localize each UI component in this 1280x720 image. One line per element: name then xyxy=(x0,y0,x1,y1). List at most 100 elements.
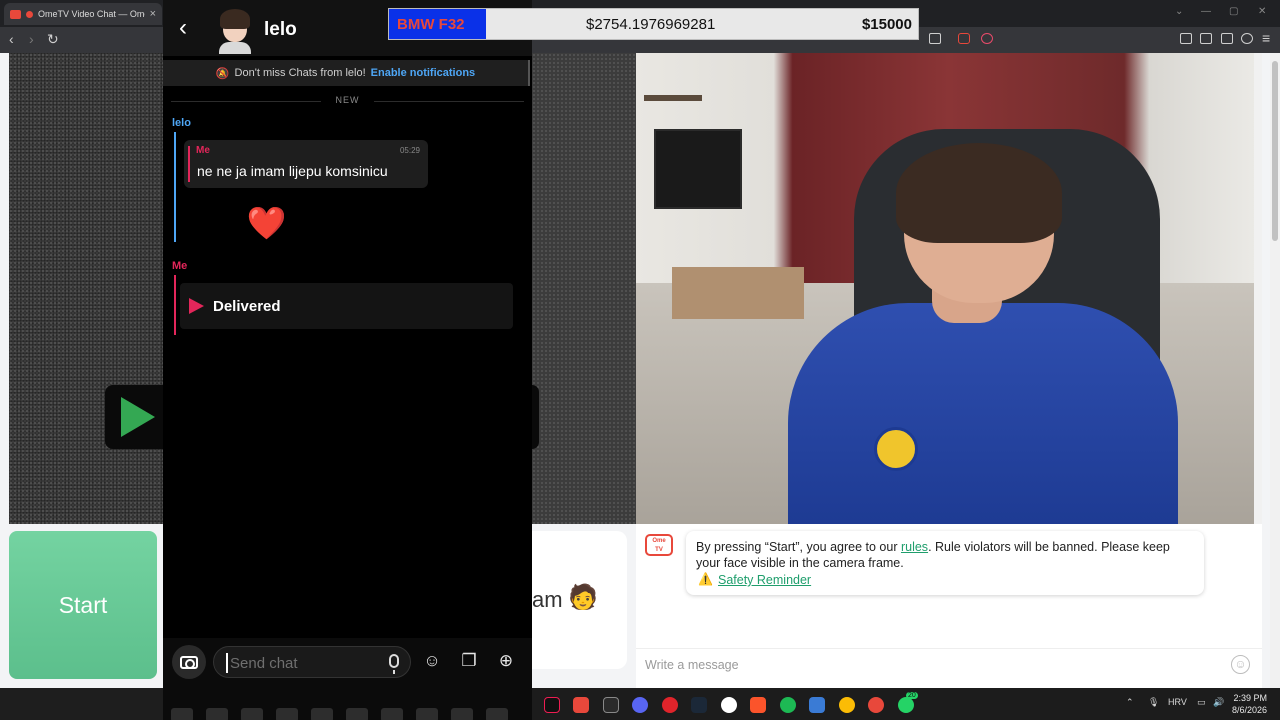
rules-notice: By pressing “Start”, you agree to our ru… xyxy=(686,531,1204,595)
stranger-camera-static xyxy=(532,53,636,524)
opera-gx-icon[interactable] xyxy=(662,697,678,713)
leo-icon[interactable] xyxy=(1221,33,1233,44)
send-chat-field[interactable] xyxy=(213,646,411,678)
key[interactable] xyxy=(416,708,438,720)
bitmoji-avatar[interactable] xyxy=(215,6,255,54)
notification-banner: 🔕 Don't miss Chats from lelo! Enable not… xyxy=(163,60,528,86)
rules-link[interactable]: rules xyxy=(901,540,928,554)
camera-button[interactable] xyxy=(172,645,206,679)
discord-icon[interactable] xyxy=(632,697,648,713)
safety-reminder-link[interactable]: Safety Reminder xyxy=(718,573,811,587)
previous-message-text: am xyxy=(532,587,563,612)
enable-notifications-link[interactable]: Enable notifications xyxy=(371,67,476,79)
chrome-icon[interactable] xyxy=(839,697,855,713)
google-play-icon xyxy=(121,397,155,437)
whatsapp-badge: 20 xyxy=(906,692,918,699)
game-controller-icon[interactable]: ⊕ xyxy=(496,651,516,671)
mic-tray-icon[interactable]: 🎙 xyxy=(1148,697,1159,708)
key[interactable] xyxy=(311,708,333,720)
new-separator: NEW xyxy=(163,95,532,105)
video-shelf xyxy=(644,95,702,101)
key[interactable] xyxy=(276,708,298,720)
microphone-icon[interactable] xyxy=(389,654,399,674)
obs-icon[interactable] xyxy=(721,697,737,713)
key[interactable] xyxy=(241,708,263,720)
sidebar-icon[interactable] xyxy=(1180,33,1192,44)
me-message-bar xyxy=(174,275,176,335)
sender-label-lelo: lelo xyxy=(172,117,191,129)
quoted-reply[interactable]: Me 05:29 ne ne ja imam lijepu komsinicu xyxy=(184,140,428,188)
emoji-picker-icon[interactable]: ☺ xyxy=(1231,655,1250,674)
app-icon-2[interactable] xyxy=(868,697,884,713)
forward-nav-icon[interactable]: › xyxy=(29,31,34,47)
close-tab-icon[interactable]: × xyxy=(150,8,156,20)
quote-bar xyxy=(188,146,190,182)
close-window-icon[interactable]: ✕ xyxy=(1258,6,1266,17)
epic-games-icon[interactable] xyxy=(603,697,619,713)
tab-search-icon[interactable]: ⌄ xyxy=(1175,6,1183,17)
key[interactable] xyxy=(206,708,228,720)
notification-text: Don't miss Chats from lelo! xyxy=(234,67,366,79)
goal-label: BMW F32 xyxy=(397,16,465,33)
play-store-card-edge xyxy=(532,385,539,449)
tray-chevron-icon[interactable]: ⌃ xyxy=(1126,697,1134,708)
quote-sender: Me xyxy=(196,145,210,156)
lelo-message-bar xyxy=(174,132,176,242)
tiktok-icon[interactable] xyxy=(544,697,560,713)
key[interactable] xyxy=(381,708,403,720)
recording-dot-icon xyxy=(26,10,33,18)
clock-date: 8/6/2026 xyxy=(1232,705,1268,715)
contact-name[interactable]: lelo xyxy=(264,19,297,41)
system-clock[interactable]: 2:39 PM 8/6/2026 xyxy=(1232,692,1267,716)
sticker-icon[interactable]: ❐ xyxy=(459,651,479,671)
chevron-left-icon[interactable]: ‹ xyxy=(179,16,187,40)
brave-rewards-icon[interactable] xyxy=(981,33,993,44)
menu-icon[interactable]: ≡ xyxy=(1262,30,1270,46)
maximize-icon[interactable]: ▢ xyxy=(1229,6,1238,17)
video-person-torso xyxy=(788,303,1178,524)
browser-tab-ometv[interactable]: OmeTV Video Chat — Omeg × xyxy=(4,3,162,25)
key[interactable] xyxy=(486,708,508,720)
quote-time: 05:29 xyxy=(399,146,420,155)
cast-icon[interactable] xyxy=(929,33,941,44)
face-emoji: 🧑 xyxy=(568,584,598,611)
app-icon[interactable] xyxy=(809,697,825,713)
key[interactable] xyxy=(171,708,193,720)
goal-target: $15000 xyxy=(861,16,912,33)
play-store-card xyxy=(105,385,163,449)
scrollbar-thumb[interactable] xyxy=(1272,61,1278,241)
steam-icon[interactable] xyxy=(691,697,707,713)
warning-icon: ⚠️ xyxy=(698,572,713,586)
wallet-icon[interactable] xyxy=(1200,33,1212,44)
clock-time: 2:39 PM xyxy=(1233,693,1268,703)
emoji-icon[interactable]: ☺ xyxy=(422,651,442,671)
language-indicator[interactable]: HRV xyxy=(1168,697,1187,707)
key[interactable] xyxy=(451,708,473,720)
start-button[interactable]: Start xyxy=(9,531,157,679)
delivered-arrow-icon xyxy=(189,298,204,314)
vpn-icon[interactable] xyxy=(1241,33,1253,44)
volume-icon[interactable]: 🔊 xyxy=(1213,697,1224,708)
send-chat-input[interactable] xyxy=(226,653,376,673)
network-icon[interactable]: ▭ xyxy=(1197,697,1206,708)
back-nav-icon[interactable]: ‹ xyxy=(9,31,14,47)
delivered-status: Delivered xyxy=(180,283,513,329)
page-scrollbar[interactable] xyxy=(1270,53,1280,688)
goal-current: $2754.1976969281 xyxy=(586,16,716,33)
bell-off-icon: 🔕 xyxy=(215,67,230,80)
reload-icon[interactable]: ↻ xyxy=(47,31,59,47)
whatsapp-icon[interactable] xyxy=(898,697,914,713)
message-input[interactable] xyxy=(645,655,1225,675)
video-person-hair xyxy=(896,143,1062,243)
key[interactable] xyxy=(346,708,368,720)
minimize-icon[interactable]: — xyxy=(1201,6,1211,17)
spotify-icon[interactable] xyxy=(780,697,796,713)
previous-message-card: am 🧑 xyxy=(532,531,627,669)
brave-icon[interactable] xyxy=(750,697,766,713)
keyboard-row xyxy=(171,708,508,720)
brave-shield-icon[interactable] xyxy=(958,33,970,44)
delivered-text: Delivered xyxy=(213,297,281,315)
avatar-hair xyxy=(220,9,250,29)
ometv-logo-icon: Ome TV xyxy=(645,534,673,556)
tiktok-live-studio-icon[interactable] xyxy=(573,697,589,713)
